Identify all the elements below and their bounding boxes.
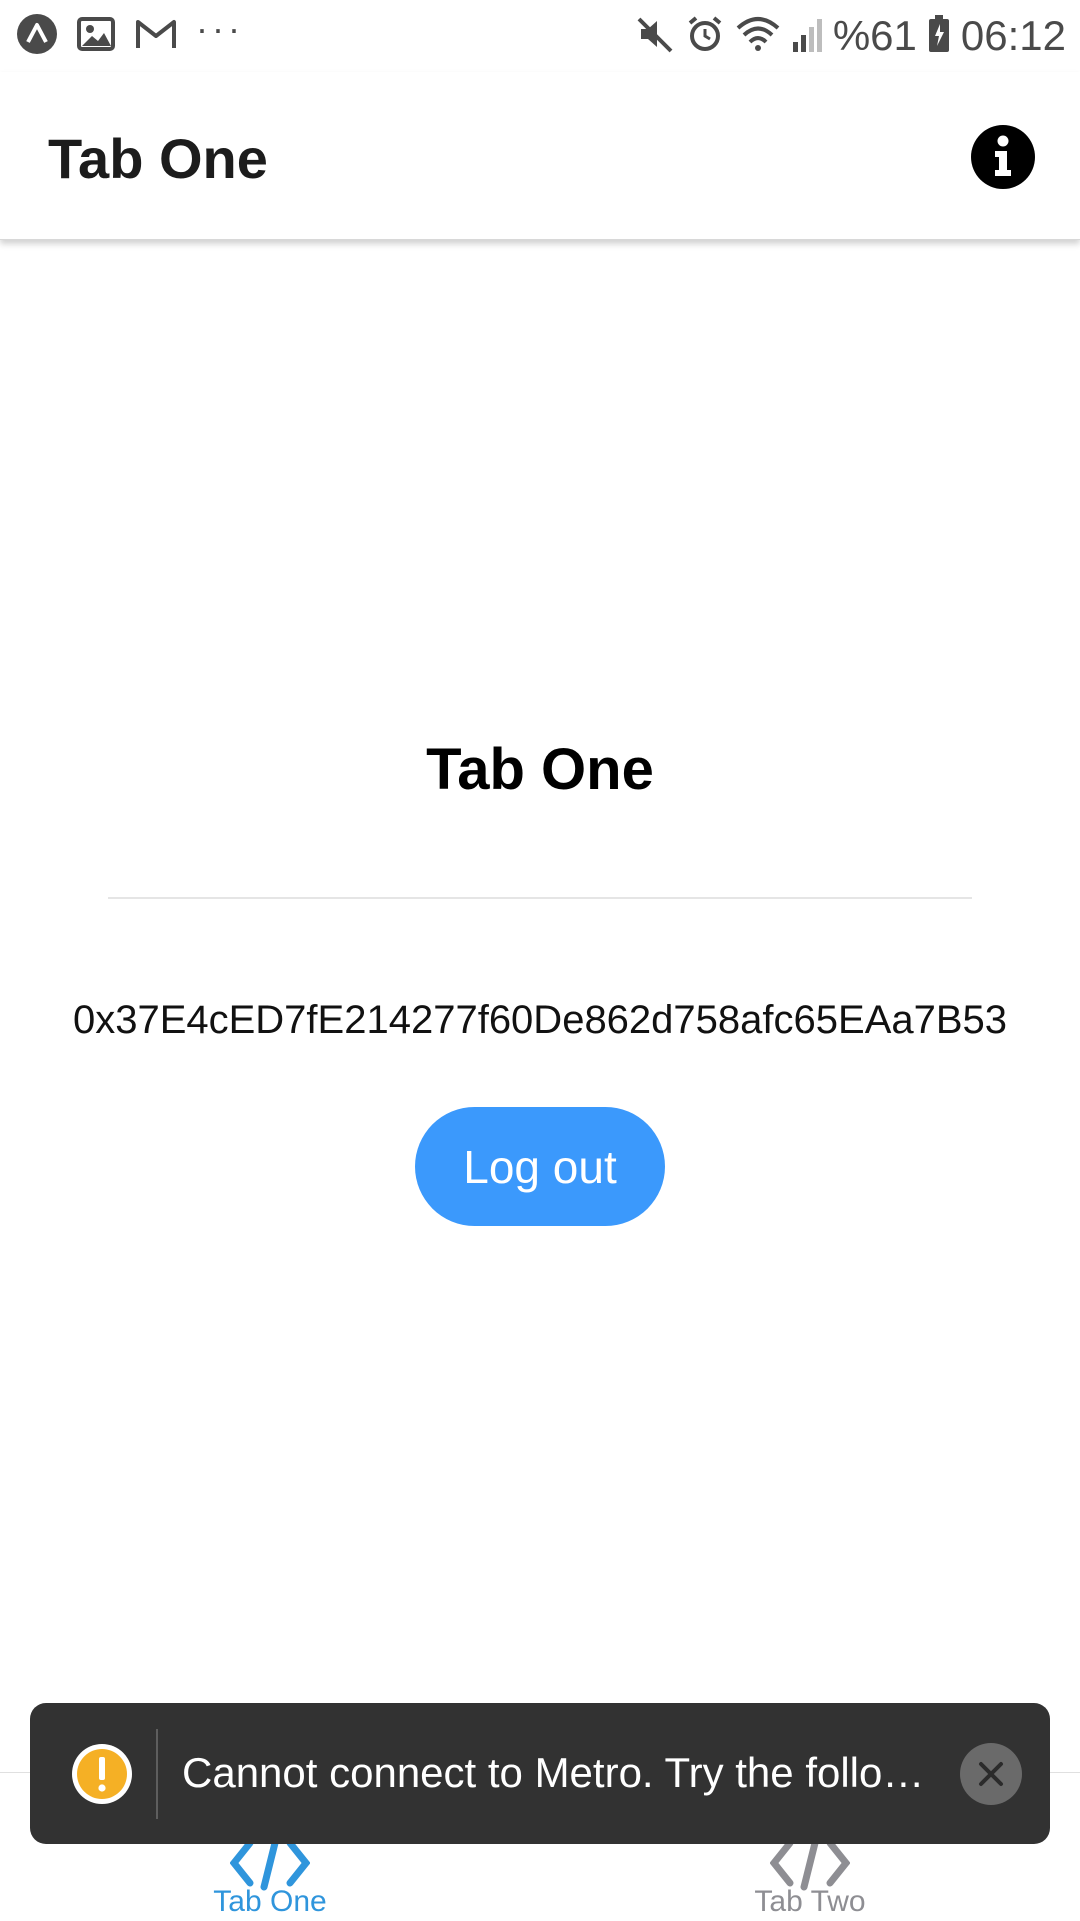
warning-icon	[72, 1744, 132, 1804]
logout-button[interactable]: Log out	[415, 1107, 665, 1226]
toast-close-button[interactable]	[960, 1743, 1022, 1805]
expo-icon	[16, 13, 58, 60]
wifi-icon	[735, 14, 781, 59]
wallet-address: 0x37E4cED7fE214277f60De862d758afc65EAa7B…	[72, 998, 1008, 1042]
info-button[interactable]	[970, 124, 1036, 190]
mute-icon	[635, 14, 675, 59]
toast-separator	[156, 1729, 158, 1819]
alarm-icon	[685, 14, 725, 59]
separator	[108, 897, 972, 899]
signal-icon	[791, 14, 823, 59]
battery-percent: %61	[832, 12, 917, 59]
tab-two-label: Tab Two	[754, 1885, 866, 1918]
status-right: %61 06:12	[625, 12, 1066, 60]
battery-icon	[927, 14, 951, 59]
close-icon	[960, 1743, 1022, 1805]
gmail-icon	[134, 16, 178, 57]
metro-error-toast[interactable]: Cannot connect to Metro. Try the follo…	[30, 1703, 1050, 1844]
tab-one-label: Tab One	[213, 1885, 327, 1918]
page-title: Tab One	[426, 737, 654, 802]
info-icon	[971, 125, 1035, 189]
toast-message: Cannot connect to Metro. Try the follo…	[182, 1749, 925, 1796]
status-left: ···	[16, 8, 262, 60]
clock: 06:12	[960, 12, 1066, 59]
header-title: Tab One	[48, 127, 268, 190]
status-bar: ··· %61 06:12	[0, 0, 1080, 72]
image-icon	[76, 14, 116, 59]
app-header: Tab One	[0, 72, 1080, 240]
more-dots-icon: ···	[196, 8, 244, 49]
